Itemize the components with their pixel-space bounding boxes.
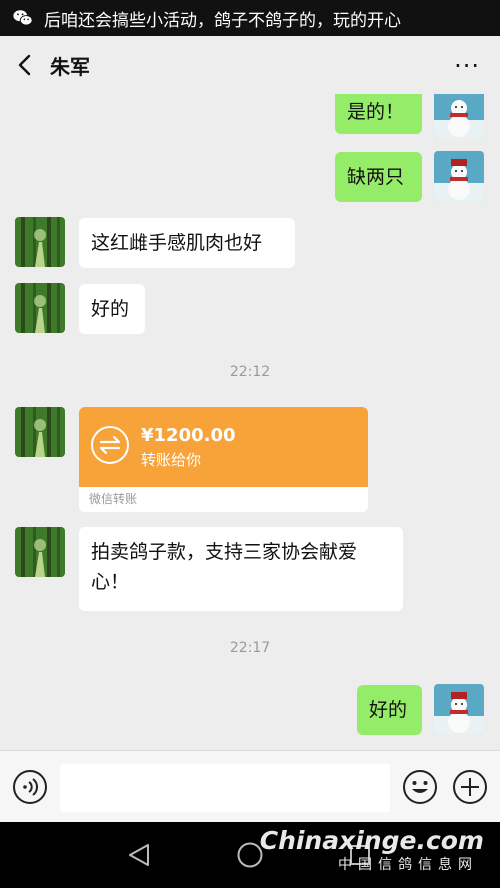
transfer-card-body: ¥1200.00 转账给你 (79, 407, 368, 487)
message-bubble-me[interactable]: 缺两只 (335, 152, 422, 202)
plus-icon[interactable] (452, 769, 488, 805)
forest-avatar-icon (15, 407, 65, 457)
forest-avatar-icon (15, 283, 65, 333)
message-text: 拍卖鸽子款，支持三家协会献爱心！ (91, 541, 358, 593)
message-text: 这红雌手感肌肉也好 (91, 232, 263, 254)
timestamp: 22:17 (229, 640, 271, 656)
more-options-icon[interactable]: ··· (454, 52, 480, 80)
message-bubble-other[interactable]: 这红雌手感肌肉也好 (79, 218, 295, 268)
timestamp: 22:12 (229, 364, 271, 380)
message-text: 好的 (369, 699, 408, 721)
notification-bar[interactable]: 后咱还会搞些小活动，鸽子不鸽子的，玩的开心 (0, 0, 500, 36)
snowman-avatar-icon (434, 684, 484, 734)
transfer-card[interactable]: ¥1200.00 转账给你 微信转账 (79, 407, 368, 512)
message-text: 好的 (91, 298, 130, 320)
voice-input-icon[interactable] (12, 769, 48, 805)
system-nav-bar: Chinaxinge.com 中国信鸽信息网 (0, 822, 500, 888)
message-bubble-other[interactable]: 好的 (79, 284, 145, 334)
transfer-amount: ¥1200.00 (141, 425, 236, 446)
input-bar (0, 750, 500, 823)
message-list[interactable]: 是的！ 缺两只 这红雌手感肌肉也好 好的 22:12 ¥1200.00 转账给你… (0, 94, 500, 750)
transfer-icon (91, 426, 129, 464)
chat-title: 朱军 (50, 54, 90, 79)
message-text: 缺两只 (347, 166, 405, 188)
snowman-avatar-icon (434, 151, 484, 201)
snowman-avatar-icon (434, 94, 484, 138)
notification-text: 后咱还会搞些小活动，鸽子不鸽子的，玩的开心 (44, 10, 401, 31)
message-input[interactable] (60, 764, 390, 812)
avatar-contact[interactable] (15, 283, 65, 333)
forest-avatar-icon (15, 217, 65, 267)
message-bubble-me[interactable]: 好的 (357, 685, 422, 735)
avatar-self[interactable] (434, 94, 484, 138)
back-arrow-icon[interactable] (14, 53, 36, 77)
avatar-contact[interactable] (15, 407, 65, 457)
wechat-icon (13, 10, 33, 26)
avatar-self[interactable] (434, 684, 484, 734)
emoji-icon[interactable] (402, 769, 438, 805)
watermark-logo: Chinaxinge.com (259, 826, 484, 855)
watermark-subtitle: 中国信鸽信息网 (338, 857, 478, 873)
forest-avatar-icon (15, 527, 65, 577)
avatar-contact[interactable] (15, 217, 65, 267)
message-bubble-other[interactable]: 拍卖鸽子款，支持三家协会献爱心！ (79, 527, 403, 611)
avatar-self[interactable] (434, 151, 484, 201)
transfer-footer: 微信转账 (79, 487, 368, 512)
message-bubble-me[interactable]: 是的！ (335, 94, 422, 134)
message-text: 是的！ (347, 101, 405, 123)
chat-header: 朱军 ··· (0, 36, 500, 94)
nav-back-icon[interactable] (126, 842, 152, 868)
avatar-contact[interactable] (15, 527, 65, 577)
transfer-description: 转账给你 (141, 451, 202, 469)
